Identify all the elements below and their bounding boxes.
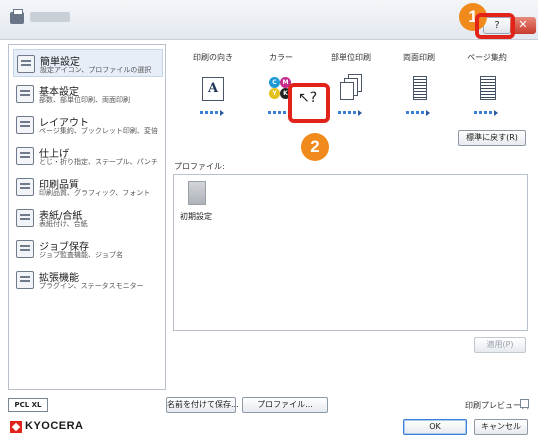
kyocera-logo-mark-icon — [10, 421, 22, 433]
layout-icon — [16, 116, 34, 134]
sidebar-item-finishing[interactable]: 仕上げ とじ・折り指定、ステープル、パンチ — [13, 142, 163, 170]
sidebar-item-layout[interactable]: レイアウト ページ集約、ブックレット印刷、変倍 — [13, 111, 163, 139]
quick-setup-icon — [17, 55, 35, 73]
option-indicator — [336, 110, 366, 117]
title-bar: ? ✕ — [0, 0, 538, 40]
option-orientation[interactable]: 印刷の向き A — [180, 44, 246, 134]
profile-name: 初期設定 — [180, 212, 212, 221]
sidebar-item-subtitle: プラグイン、ステータスモニター — [39, 282, 144, 290]
option-label: カラー — [269, 53, 293, 62]
finishing-icon — [16, 147, 34, 165]
sidebar-item-subtitle: 設定アイコン、プロファイルの選択 — [40, 66, 152, 74]
profile-list: 初期設定 — [173, 174, 528, 331]
print-quality-icon — [16, 178, 34, 196]
cancel-button[interactable]: キャンセル — [474, 419, 528, 435]
sidebar-item-subtitle: 表紙付け、合紙 — [39, 220, 88, 228]
profile-button[interactable]: プロファイル... — [242, 397, 328, 413]
option-label: ページ集約 — [467, 53, 507, 62]
option-label: 印刷の向き — [193, 53, 233, 62]
save-as-button[interactable]: 名前を付けて保存... — [166, 397, 239, 413]
pdl-badge: PCL XL — [8, 398, 48, 412]
option-label: 部単位印刷 — [331, 53, 371, 62]
ok-button[interactable]: OK — [403, 419, 467, 435]
cyan-ball: C — [269, 77, 280, 88]
option-indicator — [198, 110, 228, 117]
sidebar-item-quality[interactable]: 印刷品質 印刷品質、グラフィック、フォント — [13, 173, 163, 201]
option-nup[interactable]: ページ集約 — [454, 44, 520, 134]
yellow-ball: Y — [269, 88, 280, 99]
job-storage-icon — [16, 240, 34, 258]
duplex-icon — [413, 76, 427, 100]
printer-icon — [10, 9, 24, 24]
sidebar-item-advanced[interactable]: 拡張機能 プラグイン、ステータスモニター — [13, 266, 163, 294]
mouse-cursor-icon: ↖? — [298, 90, 318, 106]
advanced-icon — [16, 271, 34, 289]
sidebar-item-basic[interactable]: 基本設定 部数、部単位印刷、両面印刷 — [13, 80, 163, 108]
sidebar-item-quick-setup[interactable]: 簡単設定 設定アイコン、プロファイルの選択 — [13, 49, 163, 77]
apply-button[interactable]: 適用(P) — [474, 337, 526, 353]
page-combine-icon — [480, 76, 496, 100]
option-indicator — [404, 110, 434, 117]
sidebar-item-subtitle: ジョブ監査機能、ジョブ名 — [39, 251, 123, 259]
print-preview-checkbox[interactable] — [520, 399, 529, 408]
option-indicator — [472, 110, 502, 117]
reset-defaults-button[interactable]: 標準に戻す(R) — [458, 130, 526, 146]
cover-insert-icon — [16, 209, 34, 227]
sidebar: 簡単設定 設定アイコン、プロファイルの選択 基本設定 部数、部単位印刷、両面印刷… — [8, 44, 166, 390]
sidebar-item-job[interactable]: ジョブ保存 ジョブ監査機能、ジョブ名 — [13, 235, 163, 263]
sidebar-item-cover[interactable]: 表紙/合紙 表紙付け、合紙 — [13, 204, 163, 232]
sidebar-item-subtitle: 印刷品質、グラフィック、フォント — [39, 189, 151, 197]
sidebar-item-subtitle: 部数、部単位印刷、両面印刷 — [39, 96, 130, 104]
basic-settings-icon — [16, 85, 34, 103]
window-title — [30, 12, 70, 22]
help-highlight-frame — [475, 13, 515, 39]
print-settings-window: ? ✕ 1 簡単設定 設定アイコン、プロファイルの選択 基本設定 部数、部単位印… — [0, 0, 538, 440]
sidebar-item-subtitle: とじ・折り指定、ステープル、パンチ — [39, 158, 158, 166]
sidebar-item-subtitle: ページ集約、ブックレット印刷、変倍 — [39, 127, 158, 135]
option-label: 両面印刷 — [403, 53, 435, 62]
kyocera-logo-text: KYOCERA — [25, 420, 84, 432]
collate-icon — [340, 74, 364, 102]
orientation-icon: A — [202, 77, 224, 101]
callout-badge-2: 2 — [301, 133, 329, 161]
profile-thumbnail-icon — [188, 181, 206, 205]
profile-label: プロファイル: — [174, 162, 225, 171]
option-duplex[interactable]: 両面印刷 — [386, 44, 452, 134]
